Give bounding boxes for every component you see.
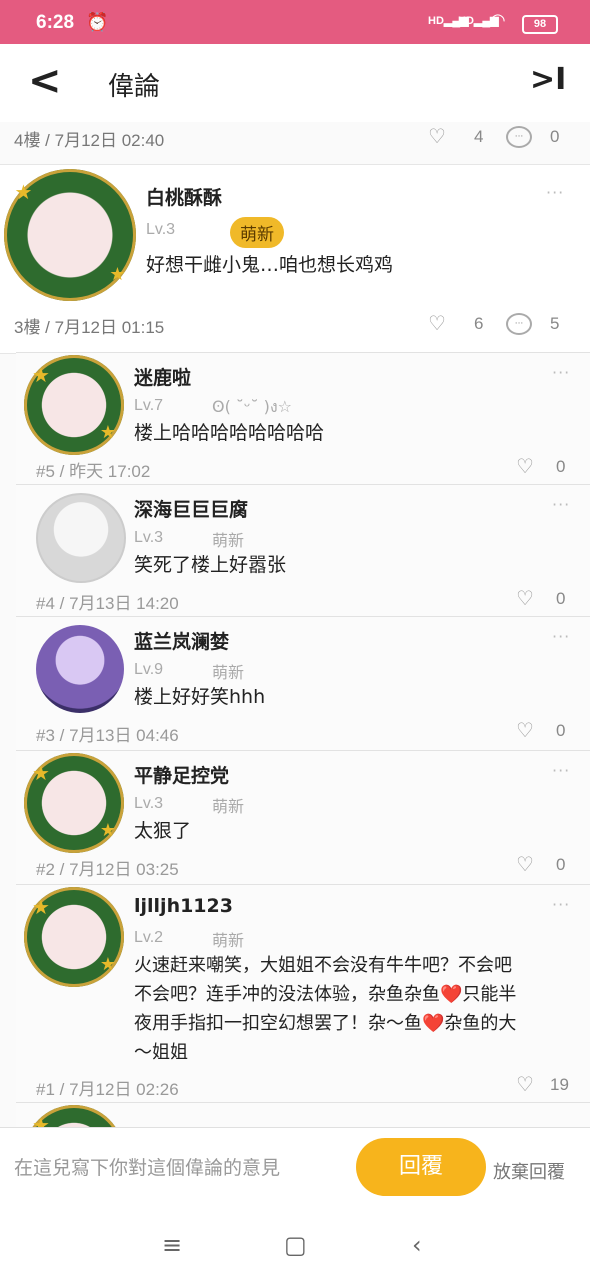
- status-bar: 6:28 ⏰ HD▂▄▆ HD▂▄▆ ◠ 98: [0, 0, 590, 44]
- reply-item[interactable]: 迷鹿啦 ··· Lv.7 ʘ( ˘ᵕ˘ )ง☆ 楼上哈哈哈哈哈哈哈哈 #5 / …: [16, 352, 590, 485]
- post-meta: 4樓 / 7月12日 02:40: [14, 131, 165, 150]
- user-level: Lv.3: [134, 529, 164, 546]
- reply-text-line: 火速赶来嘲笑，大姐姐不会没有牛牛吧？不会吧: [134, 955, 512, 976]
- reply-item-partial[interactable]: [16, 1102, 590, 1127]
- reply-item[interactable]: 平静足控党 ··· Lv.3 萌新 太狠了 #2 / 7月12日 03:25 ♡…: [16, 750, 590, 885]
- username[interactable]: 蓝兰岚澜婪: [134, 627, 229, 654]
- like-count: 0: [556, 855, 566, 874]
- user-level: Lv.3: [134, 795, 164, 812]
- like-count: 19: [550, 1075, 569, 1094]
- user-badge: 萌新: [230, 217, 284, 248]
- reply-bar: 回覆 放棄回覆: [0, 1127, 590, 1214]
- reply-text-line: ～姐姐: [134, 1042, 188, 1063]
- like-icon[interactable]: ♡: [516, 454, 534, 478]
- reply-meta: #3 / 7月13日 04:46: [36, 726, 179, 745]
- avatar[interactable]: [24, 355, 124, 455]
- user-level: Lv.3: [146, 221, 176, 238]
- thread-content[interactable]: 4樓 / 7月12日 02:40 ♡ 4 ··· 0 白桃酥酥 ··· Lv.3…: [0, 122, 590, 1127]
- main-post[interactable]: 白桃酥酥 ··· Lv.3 萌新 好想干雌小鬼…咱也想长鸡鸡 3樓 / 7月12…: [0, 164, 590, 354]
- reply-text: 笑死了楼上好嚣张: [134, 554, 287, 576]
- avatar[interactable]: [36, 625, 124, 713]
- avatar[interactable]: [4, 169, 136, 301]
- avatar[interactable]: [24, 887, 124, 987]
- reply-text-line: 不会吧？连手冲的没法体验，杂鱼杂鱼❤️只能半: [134, 984, 517, 1005]
- more-options-icon[interactable]: ···: [552, 895, 570, 914]
- reply-item[interactable]: 深海巨巨巨腐 ··· Lv.3 萌新 笑死了楼上好嚣张 #4 / 7月13日 1…: [16, 484, 590, 617]
- post-meta: 3樓 / 7月12日 01:15: [14, 318, 165, 337]
- avatar[interactable]: [24, 1105, 124, 1127]
- page-title: 偉論: [108, 72, 161, 102]
- comment-icon[interactable]: ···: [506, 313, 532, 335]
- back-button[interactable]: <: [28, 58, 62, 104]
- reply-meta: #1 / 7月12日 02:26: [36, 1080, 179, 1099]
- comment-count: 0: [550, 127, 560, 146]
- avatar[interactable]: [24, 753, 124, 853]
- app-header: < 偉論 >I: [0, 44, 590, 124]
- menu-icon[interactable]: ≡: [162, 1231, 182, 1259]
- wifi-icon: ◠: [490, 10, 506, 31]
- like-icon[interactable]: ♡: [516, 586, 534, 610]
- reply-text-line: 夜用手指扣一扣空幻想罢了！杂～鱼❤️杂鱼的大: [134, 1013, 517, 1034]
- like-count: 4: [474, 127, 484, 146]
- like-icon[interactable]: ♡: [516, 852, 534, 876]
- user-badge: ʘ( ˘ᵕ˘ )ง☆: [212, 397, 293, 416]
- like-count: 0: [556, 721, 566, 740]
- more-options-icon[interactable]: ···: [552, 627, 570, 646]
- nav-back-icon[interactable]: ‹: [412, 1231, 422, 1259]
- battery-icon: 98: [522, 15, 558, 34]
- alarm-icon: ⏰: [86, 12, 109, 33]
- user-badge: 萌新: [212, 931, 245, 950]
- user-level: Lv.2: [134, 929, 164, 946]
- username[interactable]: ljlljh1123: [134, 895, 233, 917]
- comment-input[interactable]: [12, 1156, 358, 1180]
- reply-text: 楼上哈哈哈哈哈哈哈哈: [134, 422, 325, 444]
- username[interactable]: 平静足控党: [134, 761, 229, 788]
- more-options-icon[interactable]: ···: [552, 363, 570, 382]
- post-text: 好想干雌小鬼…咱也想长鸡鸡: [146, 254, 394, 276]
- reply-text: 楼上好好笑hhh: [134, 686, 266, 708]
- like-icon[interactable]: ♡: [516, 1072, 534, 1096]
- like-count: 0: [556, 589, 566, 608]
- more-options-icon[interactable]: ···: [552, 761, 570, 780]
- jump-to-last-button[interactable]: >I: [530, 62, 566, 97]
- like-icon[interactable]: ♡: [516, 718, 534, 742]
- reply-meta: #5 / 昨天 17:02: [36, 462, 151, 481]
- reply-text: 太狠了: [134, 820, 192, 842]
- reply-meta: #4 / 7月13日 14:20: [36, 594, 179, 613]
- comment-count: 5: [550, 314, 560, 333]
- username[interactable]: 迷鹿啦: [134, 363, 191, 390]
- more-options-icon[interactable]: ···: [552, 495, 570, 514]
- like-icon[interactable]: ♡: [428, 311, 446, 335]
- home-icon[interactable]: ▢: [284, 1231, 307, 1259]
- avatar[interactable]: [36, 493, 126, 583]
- username[interactable]: 深海巨巨巨腐: [134, 495, 248, 522]
- reply-meta: #2 / 7月12日 03:25: [36, 860, 179, 879]
- status-time: 6:28: [36, 12, 75, 33]
- comment-icon[interactable]: ···: [506, 126, 532, 148]
- more-options-icon[interactable]: ···: [546, 183, 564, 202]
- username[interactable]: 白桃酥酥: [146, 183, 222, 210]
- user-badge: 萌新: [212, 797, 245, 816]
- reply-button[interactable]: 回覆: [356, 1138, 486, 1196]
- user-level: Lv.9: [134, 661, 164, 678]
- reply-item[interactable]: ljlljh1123 ··· Lv.2 萌新 火速赶来嘲笑，大姐姐不会没有牛牛吧…: [16, 884, 590, 1103]
- user-badge: 萌新: [212, 663, 245, 682]
- user-badge: 萌新: [212, 531, 245, 550]
- abandon-reply-button[interactable]: 放棄回覆: [493, 1158, 565, 1184]
- reply-text: 火速赶来嘲笑，大姐姐不会没有牛牛吧？不会吧 不会吧？连手冲的没法体验，杂鱼杂鱼❤…: [134, 951, 590, 1067]
- system-nav-bar: ≡ ▢ ‹: [0, 1213, 590, 1280]
- user-level: Lv.7: [134, 397, 164, 414]
- like-icon[interactable]: ♡: [428, 124, 446, 148]
- reply-item[interactable]: 蓝兰岚澜婪 ··· Lv.9 萌新 楼上好好笑hhh #3 / 7月13日 04…: [16, 616, 590, 751]
- like-count: 0: [556, 457, 566, 476]
- like-count: 6: [474, 314, 484, 333]
